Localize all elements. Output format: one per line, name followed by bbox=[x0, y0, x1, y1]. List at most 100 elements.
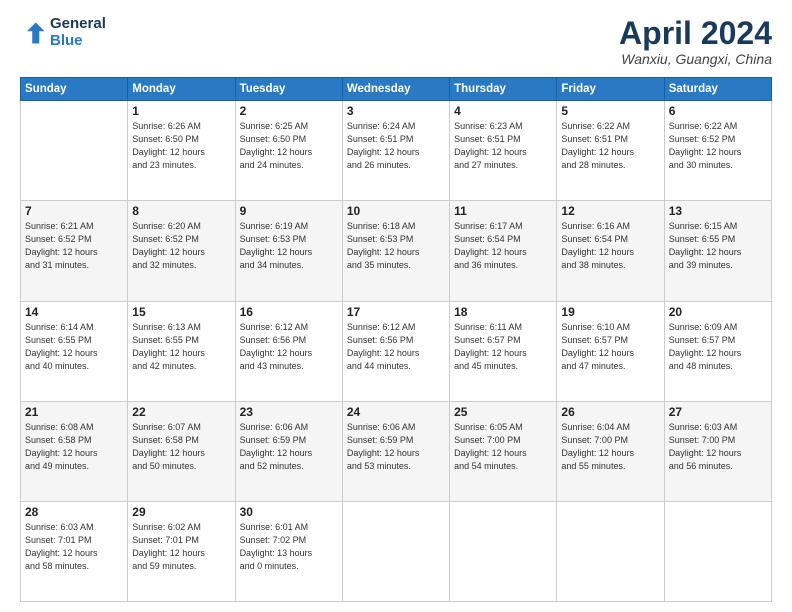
day-info: Sunrise: 6:22 AMSunset: 6:52 PMDaylight:… bbox=[669, 120, 767, 172]
day-number: 23 bbox=[240, 405, 338, 419]
day-info: Sunrise: 6:13 AMSunset: 6:55 PMDaylight:… bbox=[132, 321, 230, 373]
day-info: Sunrise: 6:14 AMSunset: 6:55 PMDaylight:… bbox=[25, 321, 123, 373]
table-row: 3Sunrise: 6:24 AMSunset: 6:51 PMDaylight… bbox=[342, 101, 449, 201]
day-number: 4 bbox=[454, 104, 552, 118]
table-row: 19 Sunrise: 6:10 AMSunset: 6:57 PMDayligh… bbox=[557, 301, 664, 401]
day-number: 10 bbox=[347, 204, 445, 218]
day-info: Sunrise: 6:21 AMSunset: 6:52 PMDaylight:… bbox=[25, 220, 123, 272]
day-number: 24 bbox=[347, 405, 445, 419]
table-row: 7 Sunrise: 6:21 AMSunset: 6:52 PMDaylight… bbox=[21, 201, 128, 301]
table-row: 29Sunrise: 6:02 AMSunset: 7:01 PMDayligh… bbox=[128, 501, 235, 601]
table-row: 28 Sunrise: 6:03 AMSunset: 7:01 PMDayligh… bbox=[21, 501, 128, 601]
day-number: 26 bbox=[561, 405, 659, 419]
day-info: Sunrise: 6:04 AMSunset: 7:00 PMDaylight:… bbox=[561, 421, 659, 473]
table-row: 26 Sunrise: 6:04 AMSunset: 7:00 PMDayligh… bbox=[557, 401, 664, 501]
month-title: April 2024 bbox=[619, 16, 772, 51]
day-number: 19 bbox=[561, 305, 659, 319]
table-row: 18Sunrise: 6:11 AMSunset: 6:57 PMDayligh… bbox=[450, 301, 557, 401]
day-info: Sunrise: 6:26 AMSunset: 6:50 PMDaylight:… bbox=[132, 120, 230, 172]
table-row bbox=[557, 501, 664, 601]
table-row: 13 Sunrise: 6:15 AMSunset: 6:55 PMDayligh… bbox=[664, 201, 771, 301]
day-info: Sunrise: 6:24 AMSunset: 6:51 PMDaylight:… bbox=[347, 120, 445, 172]
table-row: 14 Sunrise: 6:14 AMSunset: 6:55 PMDayligh… bbox=[21, 301, 128, 401]
logo-general: General bbox=[50, 16, 106, 33]
day-info: Sunrise: 6:12 AMSunset: 6:56 PMDaylight:… bbox=[240, 321, 338, 373]
day-info: Sunrise: 6:18 AMSunset: 6:53 PMDaylight:… bbox=[347, 220, 445, 272]
day-info: Sunrise: 6:03 AMSunset: 7:00 PMDaylight:… bbox=[669, 421, 767, 473]
header-tuesday: Tuesday bbox=[235, 78, 342, 101]
title-block: April 2024 Wanxiu, Guangxi, China bbox=[619, 16, 772, 67]
table-row bbox=[342, 501, 449, 601]
header-wednesday: Wednesday bbox=[342, 78, 449, 101]
table-row: 10 Sunrise: 6:18 AMSunset: 6:53 PMDayligh… bbox=[342, 201, 449, 301]
day-info: Sunrise: 6:16 AMSunset: 6:54 PMDaylight:… bbox=[561, 220, 659, 272]
day-info: Sunrise: 6:06 AMSunset: 6:59 PMDaylight:… bbox=[347, 421, 445, 473]
table-row: 2Sunrise: 6:25 AMSunset: 6:50 PMDaylight… bbox=[235, 101, 342, 201]
table-row: 9 Sunrise: 6:19 AMSunset: 6:53 PMDaylight… bbox=[235, 201, 342, 301]
table-row: 8Sunrise: 6:20 AMSunset: 6:52 PMDaylight… bbox=[128, 201, 235, 301]
table-row: 30 Sunrise: 6:01 AMSunset: 7:02 PMDayligh… bbox=[235, 501, 342, 601]
table-row bbox=[450, 501, 557, 601]
day-number: 30 bbox=[240, 505, 338, 519]
calendar-table: Sunday Monday Tuesday Wednesday Thursday… bbox=[20, 77, 772, 602]
day-number: 9 bbox=[240, 204, 338, 218]
page: General Blue April 2024 Wanxiu, Guangxi,… bbox=[0, 0, 792, 612]
day-number: 13 bbox=[669, 204, 767, 218]
table-row: 4 Sunrise: 6:23 AMSunset: 6:51 PMDaylight… bbox=[450, 101, 557, 201]
day-number: 14 bbox=[25, 305, 123, 319]
day-number: 12 bbox=[561, 204, 659, 218]
day-number: 7 bbox=[25, 204, 123, 218]
day-info: Sunrise: 6:22 AMSunset: 6:51 PMDaylight:… bbox=[561, 120, 659, 172]
day-number: 28 bbox=[25, 505, 123, 519]
location: Wanxiu, Guangxi, China bbox=[619, 51, 772, 67]
day-info: Sunrise: 6:17 AMSunset: 6:54 PMDaylight:… bbox=[454, 220, 552, 272]
header-monday: Monday bbox=[128, 78, 235, 101]
table-row: 21Sunrise: 6:08 AMSunset: 6:58 PMDayligh… bbox=[21, 401, 128, 501]
table-row: 1 Sunrise: 6:26 AMSunset: 6:50 PMDaylight… bbox=[128, 101, 235, 201]
logo-blue: Blue bbox=[50, 33, 106, 50]
table-row: 5 Sunrise: 6:22 AMSunset: 6:51 PMDaylight… bbox=[557, 101, 664, 201]
table-row bbox=[664, 501, 771, 601]
table-row: 12 Sunrise: 6:16 AMSunset: 6:54 PMDayligh… bbox=[557, 201, 664, 301]
logo-icon bbox=[20, 19, 48, 47]
day-info: Sunrise: 6:10 AMSunset: 6:57 PMDaylight:… bbox=[561, 321, 659, 373]
table-row: 23 Sunrise: 6:06 AMSunset: 6:59 PMDayligh… bbox=[235, 401, 342, 501]
day-info: Sunrise: 6:06 AMSunset: 6:59 PMDaylight:… bbox=[240, 421, 338, 473]
table-row: 16Sunrise: 6:12 AMSunset: 6:56 PMDayligh… bbox=[235, 301, 342, 401]
day-number: 5 bbox=[561, 104, 659, 118]
table-row: 11 Sunrise: 6:17 AMSunset: 6:54 PMDayligh… bbox=[450, 201, 557, 301]
day-info: Sunrise: 6:19 AMSunset: 6:53 PMDaylight:… bbox=[240, 220, 338, 272]
day-number: 27 bbox=[669, 405, 767, 419]
day-number: 8 bbox=[132, 204, 230, 218]
day-info: Sunrise: 6:08 AMSunset: 6:58 PMDaylight:… bbox=[25, 421, 123, 473]
header-sunday: Sunday bbox=[21, 78, 128, 101]
calendar-week-row: 1 Sunrise: 6:26 AMSunset: 6:50 PMDaylight… bbox=[21, 101, 772, 201]
day-info: Sunrise: 6:05 AMSunset: 7:00 PMDaylight:… bbox=[454, 421, 552, 473]
table-row bbox=[21, 101, 128, 201]
day-number: 17 bbox=[347, 305, 445, 319]
day-info: Sunrise: 6:23 AMSunset: 6:51 PMDaylight:… bbox=[454, 120, 552, 172]
day-number: 20 bbox=[669, 305, 767, 319]
day-info: Sunrise: 6:01 AMSunset: 7:02 PMDaylight:… bbox=[240, 521, 338, 573]
day-number: 18 bbox=[454, 305, 552, 319]
calendar-week-row: 14 Sunrise: 6:14 AMSunset: 6:55 PMDayligh… bbox=[21, 301, 772, 401]
header-saturday: Saturday bbox=[664, 78, 771, 101]
day-number: 15 bbox=[132, 305, 230, 319]
day-number: 1 bbox=[132, 104, 230, 118]
header-thursday: Thursday bbox=[450, 78, 557, 101]
calendar-week-row: 21Sunrise: 6:08 AMSunset: 6:58 PMDayligh… bbox=[21, 401, 772, 501]
table-row: 20 Sunrise: 6:09 AMSunset: 6:57 PMDayligh… bbox=[664, 301, 771, 401]
header-friday: Friday bbox=[557, 78, 664, 101]
table-row: 25Sunrise: 6:05 AMSunset: 7:00 PMDayligh… bbox=[450, 401, 557, 501]
calendar-week-row: 28 Sunrise: 6:03 AMSunset: 7:01 PMDayligh… bbox=[21, 501, 772, 601]
table-row: 27 Sunrise: 6:03 AMSunset: 7:00 PMDayligh… bbox=[664, 401, 771, 501]
day-number: 6 bbox=[669, 104, 767, 118]
day-number: 29 bbox=[132, 505, 230, 519]
day-number: 11 bbox=[454, 204, 552, 218]
table-row: 15 Sunrise: 6:13 AMSunset: 6:55 PMDayligh… bbox=[128, 301, 235, 401]
day-number: 22 bbox=[132, 405, 230, 419]
day-info: Sunrise: 6:03 AMSunset: 7:01 PMDaylight:… bbox=[25, 521, 123, 573]
day-info: Sunrise: 6:15 AMSunset: 6:55 PMDaylight:… bbox=[669, 220, 767, 272]
day-info: Sunrise: 6:09 AMSunset: 6:57 PMDaylight:… bbox=[669, 321, 767, 373]
weekday-header-row: Sunday Monday Tuesday Wednesday Thursday… bbox=[21, 78, 772, 101]
